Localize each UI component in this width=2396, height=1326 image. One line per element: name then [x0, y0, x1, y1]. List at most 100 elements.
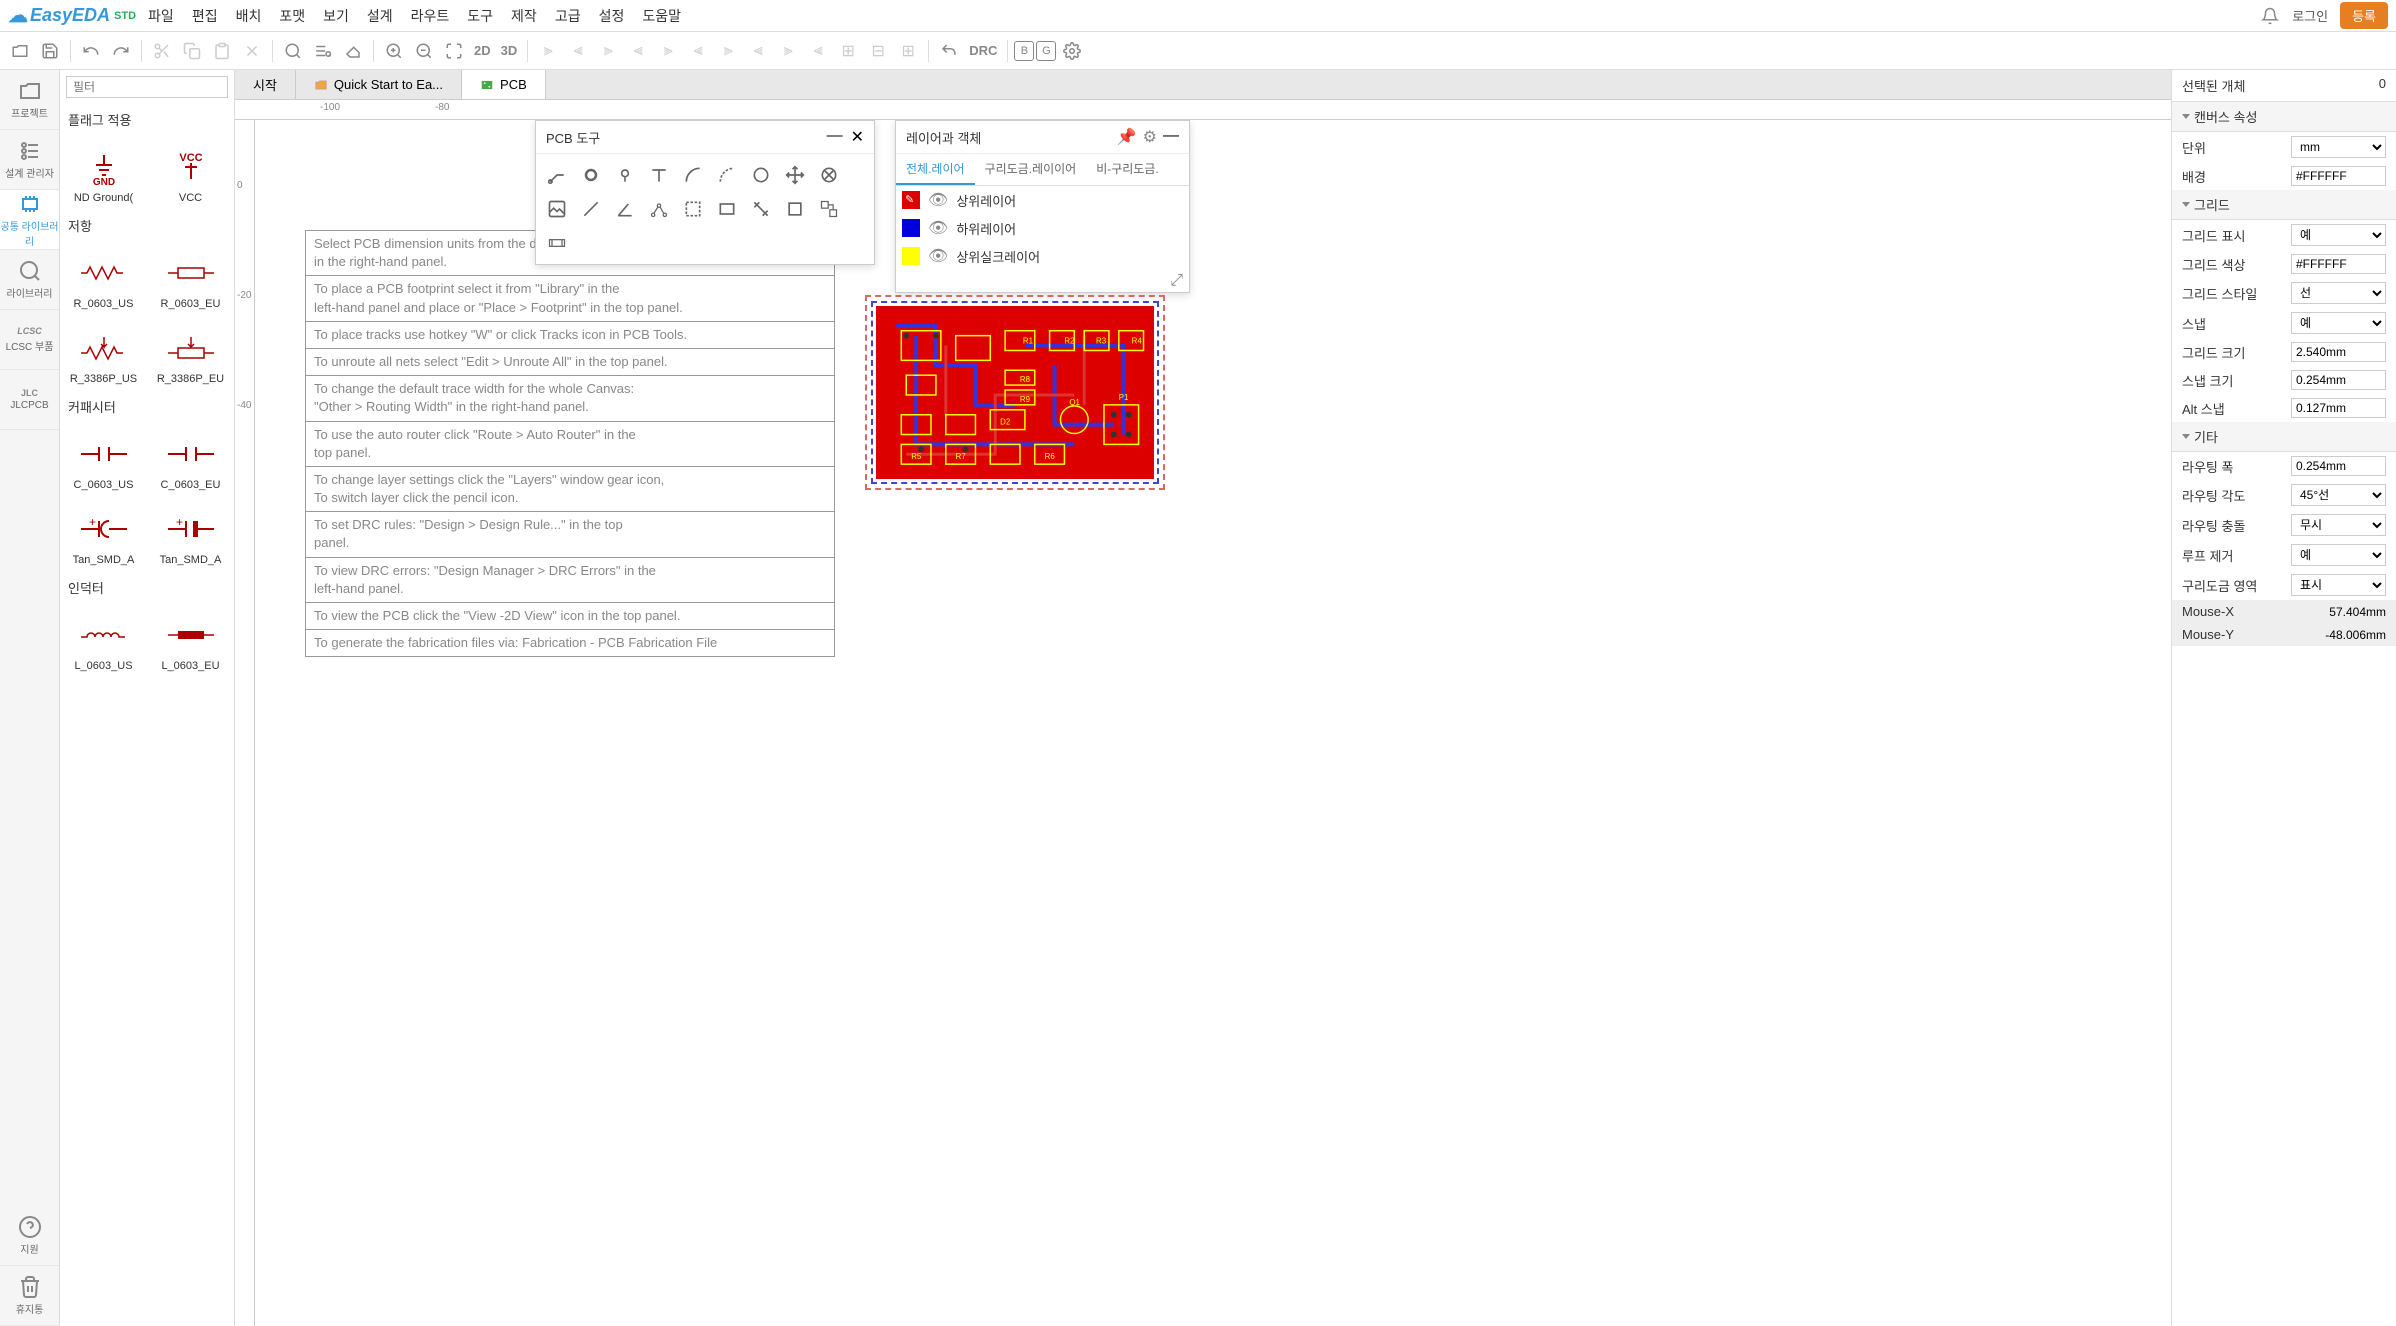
dist-h2-icon[interactable]: ⫸	[774, 37, 802, 65]
grid-align2-icon[interactable]: ⊟	[864, 37, 892, 65]
canvas[interactable]: Select PCB dimension units from the drop…	[255, 120, 2171, 1326]
rail-lcsc[interactable]: LCSCLCSC 부품	[0, 310, 59, 370]
rail-design-manager[interactable]: 설계 관리자	[0, 130, 59, 190]
pin-icon[interactable]: 📌	[1117, 127, 1137, 147]
lib-c0603us[interactable]: C_0603_US	[60, 422, 147, 497]
eye-icon[interactable]: 👁	[928, 246, 948, 266]
copper-select[interactable]: 표시	[2291, 574, 2386, 596]
view-3d-button[interactable]: 3D	[497, 43, 522, 58]
dist-v-icon[interactable]: ⫷	[744, 37, 772, 65]
fill-icon[interactable]	[780, 194, 810, 224]
gridshow-select[interactable]: 예	[2291, 224, 2386, 246]
lib-r0603us[interactable]: R_0603_US	[60, 241, 147, 316]
align-l-icon[interactable]: ⫸	[534, 37, 562, 65]
snapsize-input[interactable]	[2291, 370, 2386, 390]
altsnap-input[interactable]	[2291, 398, 2386, 418]
dist-v2-icon[interactable]: ⫷	[804, 37, 832, 65]
boxed-g-icon[interactable]: G	[1036, 41, 1056, 61]
tab-pcb[interactable]: PCB	[462, 70, 546, 99]
lib-c0603eu[interactable]: C_0603_EU	[147, 422, 234, 497]
lib-r3386peu[interactable]: R_3386P_EU	[147, 316, 234, 391]
menu-advanced[interactable]: 고급	[555, 6, 581, 26]
circle-icon[interactable]	[746, 160, 776, 190]
rail-project[interactable]: 프로젝트	[0, 70, 59, 130]
region-icon[interactable]	[678, 194, 708, 224]
zoom-in-icon[interactable]	[380, 37, 408, 65]
eye-icon[interactable]: 👁	[928, 218, 948, 238]
register-button[interactable]: 등록	[2340, 2, 2388, 29]
group-icon[interactable]	[814, 194, 844, 224]
lib-tansmd1[interactable]: +Tan_SMD_A	[60, 497, 147, 572]
lib-l0603eu[interactable]: L_0603_EU	[147, 603, 234, 678]
angle-icon[interactable]	[610, 194, 640, 224]
arc2-icon[interactable]	[712, 160, 742, 190]
gridcolor-input[interactable]	[2291, 254, 2386, 274]
layer-top[interactable]: ✎ 👁 상위레이어	[896, 186, 1189, 214]
routecoll-select[interactable]: 무시	[2291, 514, 2386, 536]
units-select[interactable]: mm	[2291, 136, 2386, 158]
zoom-out-icon[interactable]	[410, 37, 438, 65]
rail-library[interactable]: 라이브러리	[0, 250, 59, 310]
menu-format[interactable]: 포맷	[279, 6, 305, 26]
tab-start[interactable]: 시작	[235, 70, 296, 99]
lib-vcc[interactable]: VCCVCC	[147, 135, 234, 210]
grid-align-icon[interactable]: ⊞	[834, 37, 862, 65]
grid-align3-icon[interactable]: ⊞	[894, 37, 922, 65]
open-icon[interactable]	[6, 37, 34, 65]
eye-icon[interactable]: 👁	[928, 190, 948, 210]
routewidth-input[interactable]	[2291, 456, 2386, 476]
via-icon[interactable]	[610, 160, 640, 190]
gear-icon[interactable]	[1058, 37, 1086, 65]
lib-r3386pus[interactable]: R_3386P_US	[60, 316, 147, 391]
loopremove-select[interactable]: 예	[2291, 544, 2386, 566]
undo-icon[interactable]	[77, 37, 105, 65]
align-b-icon[interactable]: ⫷	[684, 37, 712, 65]
lib-r0603eu[interactable]: R_0603_EU	[147, 241, 234, 316]
tab-quickstart[interactable]: Quick Start to Ea...	[296, 70, 462, 99]
view-2d-button[interactable]: 2D	[470, 43, 495, 58]
redo-icon[interactable]	[107, 37, 135, 65]
menu-file[interactable]: 파일	[148, 6, 174, 26]
gridsize-input[interactable]	[2291, 342, 2386, 362]
rail-jlcpcb[interactable]: JLCJLCPCB	[0, 370, 59, 430]
layers-tab-all[interactable]: 전체.레이어	[896, 154, 975, 185]
align-r-icon[interactable]: ⫸	[594, 37, 622, 65]
cut-icon[interactable]	[148, 37, 176, 65]
drc-button[interactable]: DRC	[965, 43, 1001, 58]
pencil-icon[interactable]: ✎	[905, 193, 914, 206]
return-icon[interactable]	[935, 37, 963, 65]
rail-support[interactable]: 지원	[0, 1206, 59, 1266]
lib-tansmd2[interactable]: +Tan_SMD_A	[147, 497, 234, 572]
menu-place[interactable]: 배치	[236, 6, 262, 26]
menu-tools[interactable]: 도구	[467, 6, 493, 26]
fit-icon[interactable]	[440, 37, 468, 65]
pad-icon[interactable]	[576, 160, 606, 190]
menu-help[interactable]: 도움말	[642, 6, 681, 26]
dimension-icon[interactable]	[542, 228, 572, 258]
menu-edit[interactable]: 편집	[192, 6, 218, 26]
boxed-b-icon[interactable]: B	[1014, 41, 1034, 61]
menu-design[interactable]: 설계	[367, 6, 393, 26]
image-icon[interactable]	[542, 194, 572, 224]
layers-expand-icon[interactable]: ⤢	[896, 270, 1189, 292]
lib-l0603us[interactable]: L_0603_US	[60, 603, 147, 678]
rect-icon[interactable]	[712, 194, 742, 224]
filter-input[interactable]	[66, 76, 228, 98]
dist-h-icon[interactable]: ⫸	[714, 37, 742, 65]
text-icon[interactable]	[644, 160, 674, 190]
routeangle-select[interactable]: 45°선	[2291, 484, 2386, 506]
track-icon[interactable]	[542, 160, 572, 190]
search-icon[interactable]	[279, 37, 307, 65]
pcb-tools-window[interactable]: PCB 도구 — ✕	[535, 120, 875, 265]
layers-window[interactable]: 레이어과 객체 📌 ⚙ — 전체.레이어 구리도금.레이이어 비-구리도금.	[895, 120, 1190, 293]
delete-icon[interactable]	[238, 37, 266, 65]
close-icon[interactable]: ✕	[851, 127, 864, 147]
align-m-icon[interactable]: ⫸	[654, 37, 682, 65]
arc-icon[interactable]	[678, 160, 708, 190]
hole-icon[interactable]	[814, 160, 844, 190]
bell-icon[interactable]	[2260, 6, 2280, 26]
eraser-icon[interactable]	[339, 37, 367, 65]
save-icon[interactable]	[36, 37, 64, 65]
nodes-icon[interactable]	[644, 194, 674, 224]
gridstyle-select[interactable]: 선	[2291, 282, 2386, 304]
